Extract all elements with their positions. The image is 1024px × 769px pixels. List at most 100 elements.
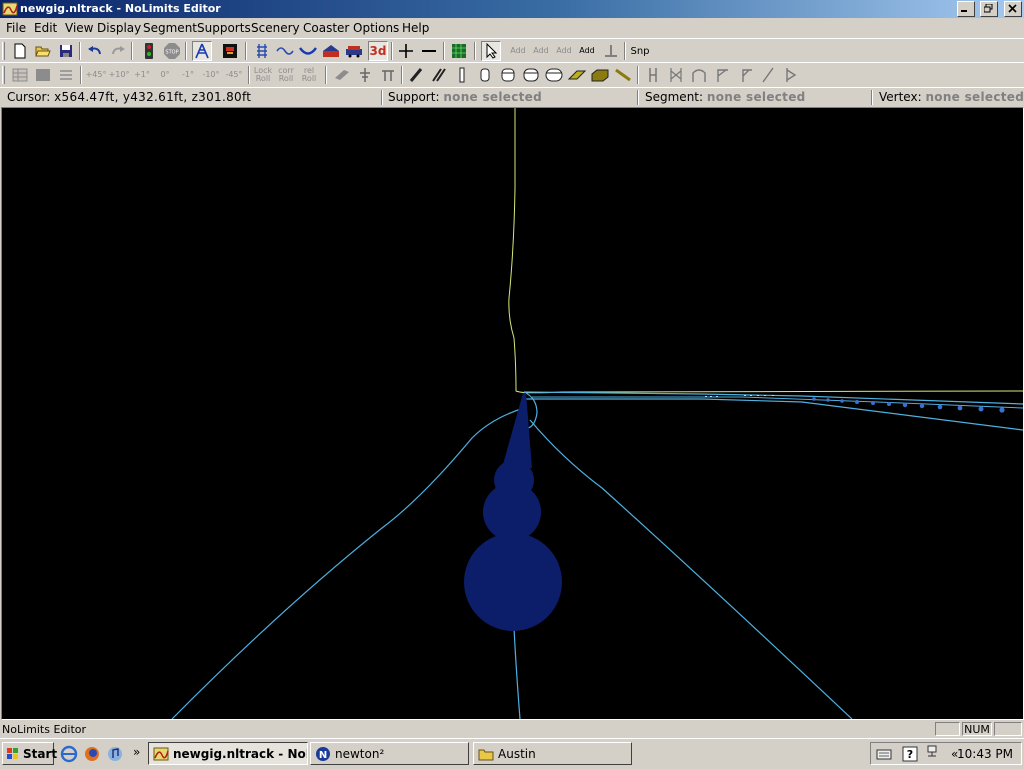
plate-tool-button[interactable] xyxy=(567,65,587,85)
save-file-button[interactable] xyxy=(56,41,76,61)
stop-button[interactable]: STOP xyxy=(162,41,182,61)
task-austin[interactable]: Austin xyxy=(473,742,632,765)
menu-view[interactable]: View xyxy=(65,21,93,35)
cylinder-xlarge-button[interactable] xyxy=(544,65,564,85)
zoom-in-button[interactable] xyxy=(396,41,416,61)
dip-track-button[interactable] xyxy=(298,41,318,61)
wave-track-icon xyxy=(276,47,294,55)
ground-node-button[interactable] xyxy=(601,41,621,61)
double-pipe-button[interactable] xyxy=(429,65,449,85)
lattice-button[interactable] xyxy=(666,65,686,85)
angle-minus45-button[interactable]: -45° xyxy=(224,65,244,85)
add-free-node-button[interactable]: Add xyxy=(577,41,597,61)
menu-display[interactable]: Display xyxy=(97,21,141,35)
track-rails-button[interactable] xyxy=(252,41,272,61)
close-button[interactable] xyxy=(1004,1,1022,17)
add-segment-button[interactable]: Add xyxy=(531,41,551,61)
corr-roll-button[interactable]: corr Roll xyxy=(276,65,296,85)
3d-viewport[interactable] xyxy=(1,107,1024,720)
pipe-tool-button[interactable] xyxy=(406,65,426,85)
add-support-button[interactable]: Add xyxy=(554,41,574,61)
grid-3d-button[interactable] xyxy=(449,41,469,61)
menu-bar: File Edit View Display Segment Supports … xyxy=(0,18,1024,38)
restore-button[interactable] xyxy=(979,1,998,17)
block-view-button[interactable] xyxy=(33,65,53,85)
track-render[interactable] xyxy=(2,108,1023,719)
start-button[interactable]: Start xyxy=(2,742,57,765)
angle-minus1-button[interactable]: -1° xyxy=(178,65,198,85)
angle-plus45-button[interactable]: +45° xyxy=(86,65,107,85)
angle-plus1-button[interactable]: +1° xyxy=(132,65,152,85)
support-structure xyxy=(464,393,562,631)
undo-button[interactable] xyxy=(85,41,105,61)
minimize-button[interactable] xyxy=(957,1,975,17)
support-view-button[interactable] xyxy=(192,41,212,61)
rel-roll-label: Roll xyxy=(301,74,317,83)
rel-roll-button[interactable]: rel Roll xyxy=(299,65,319,85)
table-view-button[interactable] xyxy=(10,65,30,85)
ie-icon[interactable] xyxy=(60,745,78,763)
add-vertex-button[interactable]: Add xyxy=(508,41,528,61)
menu-options[interactable]: Options xyxy=(353,21,399,35)
cylinder-medium-button[interactable] xyxy=(498,65,518,85)
quicklaunch-overflow[interactable]: » xyxy=(133,745,140,759)
menu-help[interactable]: Help xyxy=(402,21,429,35)
menu-scenery[interactable]: Scenery xyxy=(251,21,300,35)
menu-edit[interactable]: Edit xyxy=(34,21,57,35)
select-pointer-button[interactable] xyxy=(481,41,501,61)
close-icon xyxy=(1008,4,1017,13)
new-file-button[interactable] xyxy=(10,41,30,61)
keyboard-icon[interactable] xyxy=(876,747,892,761)
3d-view-button[interactable]: 3d xyxy=(368,41,388,61)
angle-zero-button[interactable]: 0° xyxy=(155,65,175,85)
post-tool-button[interactable] xyxy=(452,65,472,85)
lock-roll-button[interactable]: Lock Roll xyxy=(253,65,273,85)
wood-beam-button[interactable] xyxy=(613,65,633,85)
task-newton[interactable]: N newton² xyxy=(310,742,469,765)
network-icon[interactable] xyxy=(926,745,940,761)
footer-tool-button[interactable] xyxy=(590,65,610,85)
angle-minus10-button[interactable]: -10° xyxy=(201,65,221,85)
menu-segment[interactable]: Segment xyxy=(143,21,197,35)
menu-coaster[interactable]: Coaster xyxy=(303,21,349,35)
secondary-toolbar: +45° +10° +1° 0° -1° -10° -45° Lock Roll … xyxy=(0,62,1024,87)
brace-tool-button[interactable] xyxy=(378,65,398,85)
bracket-button[interactable] xyxy=(712,65,732,85)
station-button[interactable] xyxy=(321,41,341,61)
render-mode-button[interactable] xyxy=(220,41,240,61)
test-mode-button[interactable] xyxy=(139,41,159,61)
redo-button[interactable] xyxy=(108,41,128,61)
column-tool-button[interactable] xyxy=(355,65,375,85)
title-bar[interactable]: newgig.nltrack - NoLimits Editor xyxy=(0,0,1024,18)
task-newgig[interactable]: newgig.nltrack - NoLi... xyxy=(148,742,308,765)
open-file-button[interactable] xyxy=(33,41,53,61)
catwalk-button[interactable] xyxy=(643,65,663,85)
num-indicator: NUM xyxy=(962,722,992,736)
arch-button[interactable] xyxy=(689,65,709,85)
connector-button[interactable] xyxy=(781,65,801,85)
align-button[interactable] xyxy=(56,65,76,85)
minus-icon xyxy=(422,50,436,52)
zoom-out-button[interactable] xyxy=(419,41,439,61)
snap-button[interactable]: Snp xyxy=(630,41,650,61)
main-toolbar: STOP 3d Add Add Add Add Snp xyxy=(0,38,1024,63)
restore-icon xyxy=(983,4,992,13)
cylinder-large-button[interactable] xyxy=(521,65,541,85)
clock[interactable]: 10:43 PM xyxy=(957,747,1013,761)
heartline-button[interactable] xyxy=(275,41,295,61)
angle-plus10-button[interactable]: +10° xyxy=(109,65,130,85)
snap-label: Snp xyxy=(630,45,650,57)
strut-button[interactable] xyxy=(758,65,778,85)
segment-label: Segment: xyxy=(645,90,704,104)
menu-file[interactable]: File xyxy=(6,21,26,35)
cylinder-small-button[interactable] xyxy=(475,65,495,85)
angle-minus45-label: -45° xyxy=(225,70,243,79)
plus-icon xyxy=(399,44,413,58)
firefox-icon[interactable] xyxy=(83,745,101,763)
beam-tool-button[interactable] xyxy=(332,65,352,85)
itunes-icon[interactable] xyxy=(106,745,124,763)
menu-supports[interactable]: Supports xyxy=(197,21,251,35)
cantilever-button[interactable] xyxy=(735,65,755,85)
train-button[interactable] xyxy=(344,41,364,61)
help-icon[interactable]: ? xyxy=(902,746,918,762)
